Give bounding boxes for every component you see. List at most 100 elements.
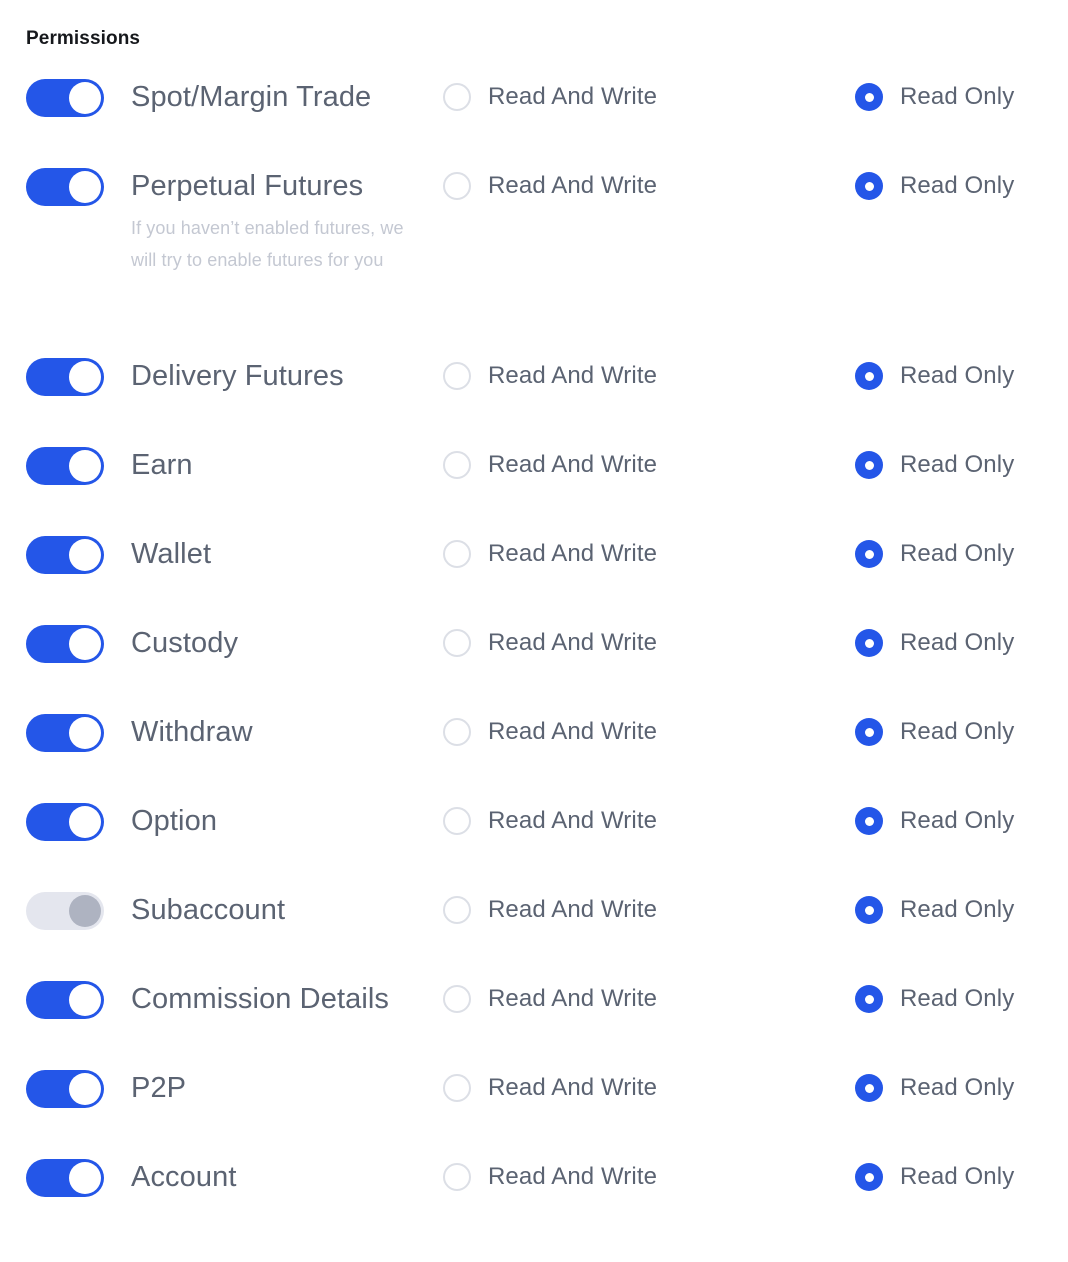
permission-row: Withdraw Read And Write Read Only — [0, 708, 1068, 797]
toggle-option[interactable] — [26, 802, 104, 841]
toggle-delivery-futures[interactable] — [26, 357, 104, 396]
radio-selected-icon[interactable] — [855, 807, 883, 836]
toggle-p2p[interactable] — [26, 1069, 104, 1108]
toggle-custody[interactable] — [26, 624, 104, 663]
radio-read-and-write-label: Read And Write — [488, 362, 658, 390]
radio-unselected-icon[interactable] — [443, 362, 471, 391]
radio-read-only[interactable]: Read Only — [855, 718, 1015, 747]
radio-read-and-write[interactable]: Read And Write — [443, 451, 855, 480]
radio-selected-icon[interactable] — [855, 985, 883, 1014]
toggle-knob — [69, 360, 101, 393]
radio-read-only-label: Read Only — [900, 540, 1015, 568]
permission-label-column: Account — [131, 1153, 443, 1201]
radio-selected-icon[interactable] — [855, 629, 883, 658]
radio-read-only[interactable]: Read Only — [855, 362, 1014, 391]
radio-read-only[interactable]: Read Only — [855, 83, 1015, 112]
radio-selected-icon[interactable] — [855, 451, 883, 480]
toggle-earn[interactable] — [26, 446, 104, 485]
radio-unselected-icon[interactable] — [443, 807, 471, 836]
radio-selected-icon[interactable] — [855, 83, 883, 112]
permission-name: Perpetual Futures — [131, 169, 364, 202]
radio-read-only[interactable]: Read Only — [855, 451, 1014, 480]
radio-unselected-icon[interactable] — [443, 172, 471, 201]
radio-selected-icon[interactable] — [855, 172, 883, 201]
radio-unselected-icon[interactable] — [443, 718, 471, 747]
permission-name: Earn — [131, 448, 193, 481]
radio-read-only-label: Read Only — [900, 1074, 1015, 1102]
radio-selected-icon[interactable] — [855, 362, 883, 391]
permission-label-column: Commission Details — [131, 975, 443, 1023]
permission-label-column: Custody — [131, 619, 443, 667]
radio-read-and-write[interactable]: Read And Write — [443, 83, 855, 112]
radio-read-and-write[interactable]: Read And Write — [443, 1163, 855, 1192]
toggle-spot-margin-trade[interactable] — [26, 78, 104, 117]
radio-unselected-icon[interactable] — [443, 629, 471, 658]
radio-read-and-write-label: Read And Write — [488, 1074, 658, 1102]
radio-selected-icon[interactable] — [855, 1074, 883, 1103]
radio-unselected-icon[interactable] — [443, 985, 471, 1014]
radio-read-and-write[interactable]: Read And Write — [443, 1074, 855, 1103]
radio-read-and-write-label: Read And Write — [488, 1163, 658, 1191]
permission-row: Wallet Read And Write Read Only — [0, 530, 1068, 619]
access-radio-group: Read And Write Read Only — [443, 163, 1014, 210]
toggle-wallet[interactable] — [26, 535, 104, 574]
radio-read-only[interactable]: Read Only — [855, 985, 1014, 1014]
radio-read-and-write[interactable]: Read And Write — [443, 362, 855, 391]
radio-selected-icon[interactable] — [855, 718, 883, 747]
toggle-knob — [69, 983, 101, 1016]
permission-row: Commission Details Read And Write Read Onl… — [0, 975, 1068, 1064]
radio-read-and-write[interactable]: Read And Write — [443, 540, 855, 569]
access-radio-group: Read And Write Read Only — [443, 1154, 1014, 1201]
radio-read-only[interactable]: Read Only — [855, 629, 1014, 658]
radio-read-and-write[interactable]: Read And Write — [443, 172, 855, 201]
toggle-account[interactable] — [26, 1158, 104, 1197]
radio-selected-icon[interactable] — [855, 896, 883, 925]
access-radio-group: Read And Write Read Only — [443, 442, 1014, 489]
permission-label-column: Perpetual Futures If you haven’t enabled … — [131, 162, 443, 276]
permission-name: Account — [131, 1160, 237, 1193]
permission-row: Option Read And Write Read Only — [0, 797, 1068, 886]
radio-unselected-icon[interactable] — [443, 896, 471, 925]
radio-read-only-label: Read Only — [900, 807, 1015, 835]
permission-name: Subaccount — [131, 893, 286, 926]
radio-read-only[interactable]: Read Only — [855, 896, 1014, 925]
toggle-commission-details[interactable] — [26, 980, 104, 1019]
access-radio-group: Read And Write Read Only — [443, 976, 1014, 1023]
radio-unselected-icon[interactable] — [443, 1163, 471, 1192]
radio-unselected-icon[interactable] — [443, 451, 471, 480]
toggle-knob — [69, 538, 101, 571]
radio-selected-icon[interactable] — [855, 540, 883, 569]
toggle-knob — [69, 81, 101, 114]
radio-read-only[interactable]: Read Only — [855, 172, 1014, 201]
radio-read-only[interactable]: Read Only — [855, 1074, 1015, 1103]
radio-read-only[interactable]: Read Only — [855, 807, 1015, 836]
toggle-perpetual-futures[interactable] — [26, 167, 104, 206]
radio-read-and-write-label: Read And Write — [488, 83, 658, 111]
radio-read-and-write[interactable]: Read And Write — [443, 896, 855, 925]
permission-hint: If you haven’t enabled futures, we will … — [131, 217, 404, 270]
permission-row: Account Read And Write Read Only — [0, 1153, 1068, 1242]
radio-selected-icon[interactable] — [855, 1163, 883, 1192]
toggle-withdraw[interactable] — [26, 713, 104, 752]
permission-name: Option — [131, 804, 218, 837]
permission-row: Earn Read And Write Read Only — [0, 441, 1068, 530]
radio-read-only-label: Read Only — [900, 1163, 1015, 1191]
radio-read-and-write[interactable]: Read And Write — [443, 807, 855, 836]
access-radio-group: Read And Write Read Only — [443, 1065, 1014, 1112]
radio-unselected-icon[interactable] — [443, 83, 471, 112]
radio-read-only[interactable]: Read Only — [855, 540, 1015, 569]
radio-read-only-label: Read Only — [900, 83, 1015, 111]
radio-unselected-icon[interactable] — [443, 1074, 471, 1103]
permission-row: Spot/Margin Trade Read And Write Read Only — [0, 73, 1068, 162]
radio-unselected-icon[interactable] — [443, 540, 471, 569]
radio-read-only[interactable]: Read Only — [855, 1163, 1015, 1192]
permission-label-column: Option — [131, 797, 443, 845]
radio-read-only-label: Read Only — [900, 718, 1015, 746]
radio-read-and-write-label: Read And Write — [488, 451, 658, 479]
toggle-knob — [69, 449, 101, 482]
radio-read-and-write-label: Read And Write — [488, 985, 658, 1013]
radio-read-and-write[interactable]: Read And Write — [443, 718, 855, 747]
toggle-knob — [69, 805, 101, 838]
radio-read-and-write[interactable]: Read And Write — [443, 985, 855, 1014]
radio-read-and-write[interactable]: Read And Write — [443, 629, 855, 658]
